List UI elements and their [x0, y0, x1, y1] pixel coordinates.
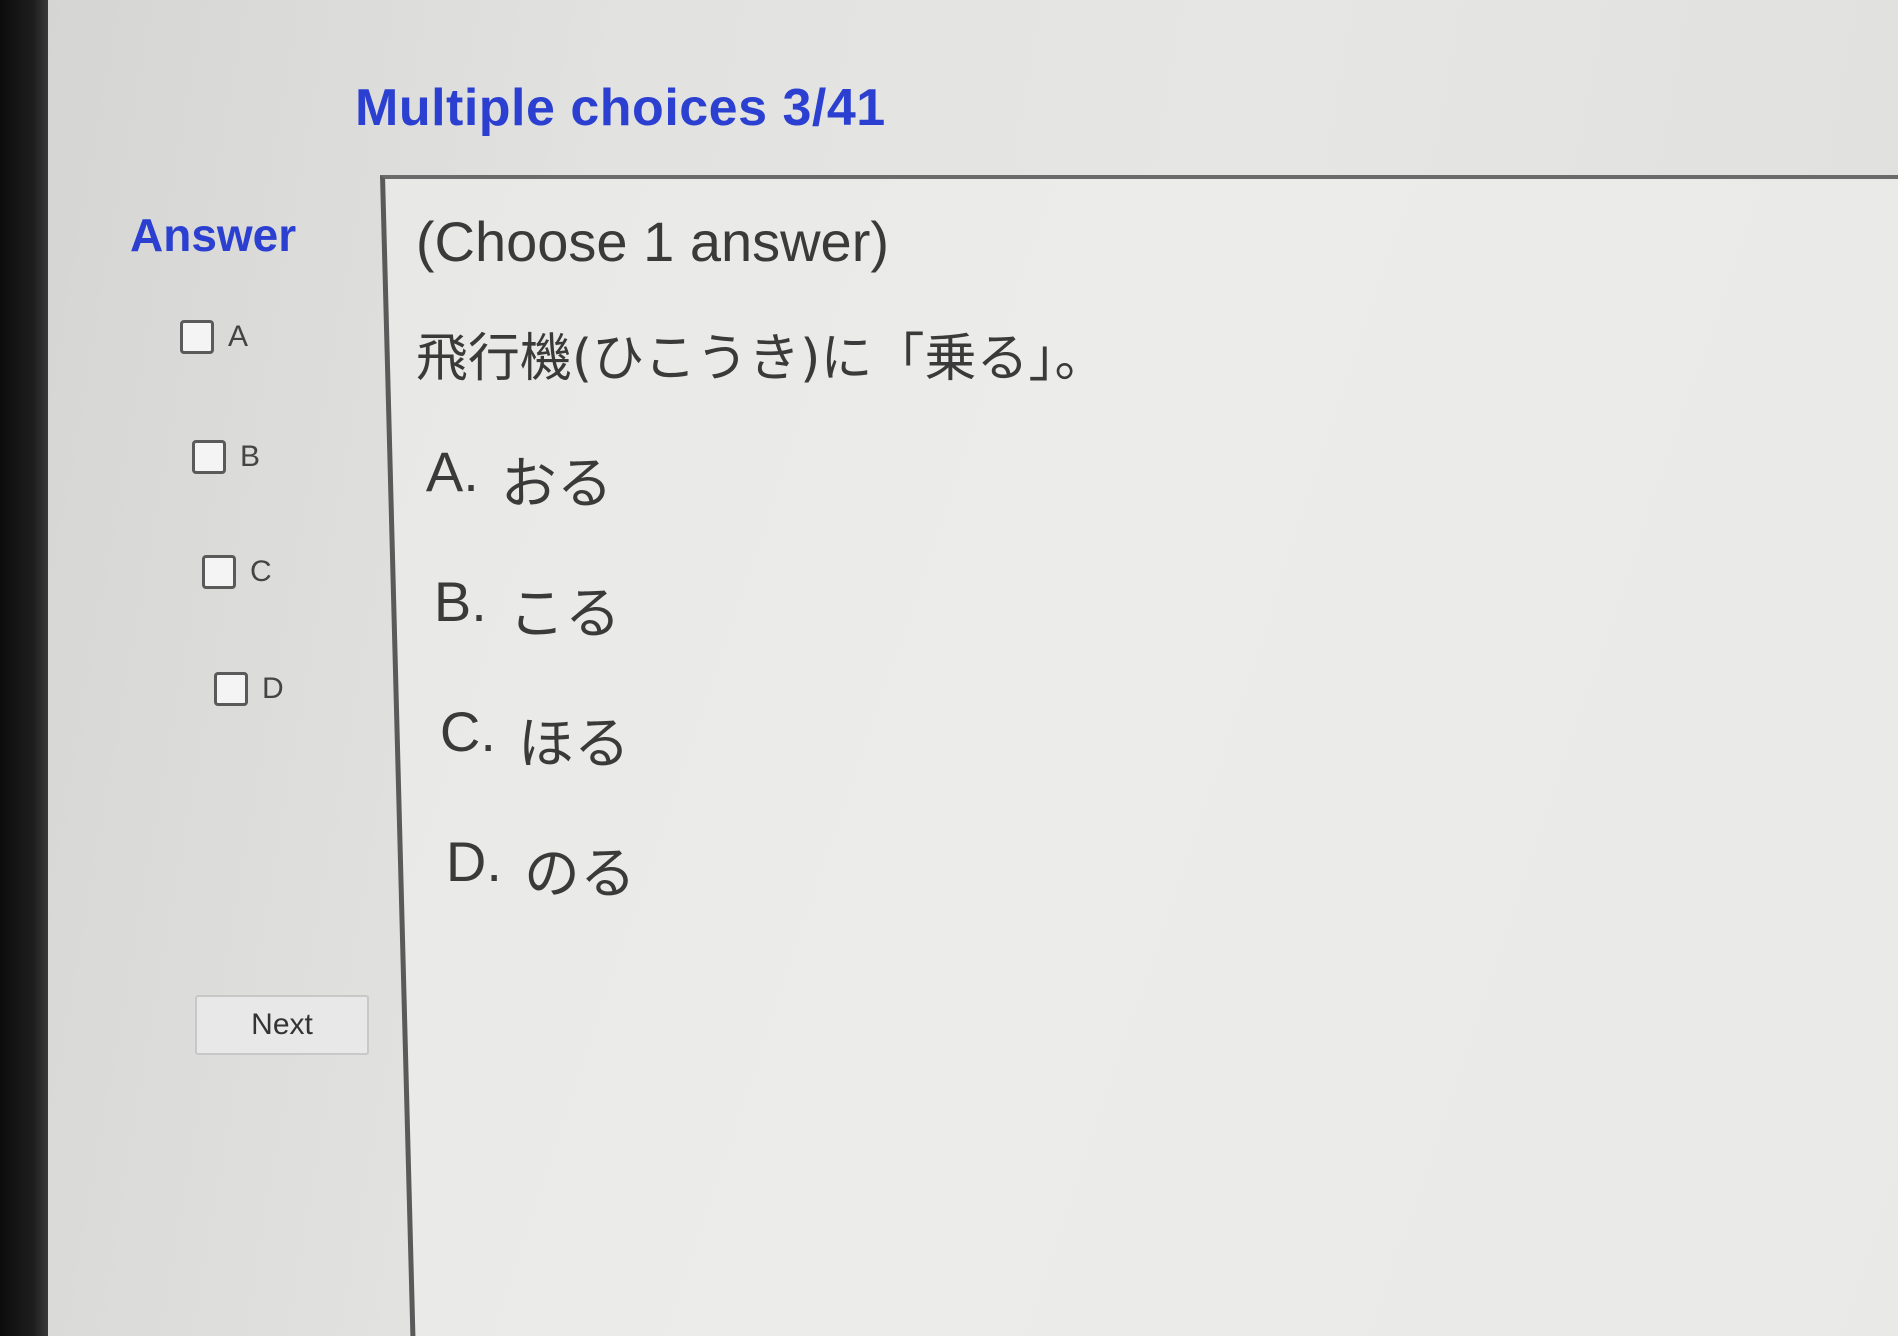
question-text: 飛行機(ひこうき)に「乗る」。	[415, 329, 1107, 389]
screen: Multiple choices 3/41 Answer A B C D Nex…	[0, 0, 1898, 1336]
question-content: (Choose 1 answer) 飛行機(ひこうき)に「乗る」。 A. おる …	[416, 209, 1107, 959]
answer-choice-d[interactable]: D	[214, 672, 284, 706]
option-a: A. おる	[426, 439, 1107, 569]
next-button[interactable]: Next	[195, 995, 369, 1055]
answer-choice-b[interactable]: B	[192, 440, 260, 474]
option-letter-a: A.	[425, 440, 479, 503]
answer-choice-c[interactable]: C	[202, 555, 272, 589]
option-b: B. こる	[434, 569, 1107, 699]
option-d: D. のる	[446, 829, 1107, 959]
option-text-a: おる	[500, 452, 613, 517]
checkbox-c[interactable]	[202, 555, 236, 589]
choice-letter-b: B	[240, 440, 261, 473]
checkbox-a[interactable]	[180, 320, 214, 354]
question-instruction: (Choose 1 answer)	[415, 210, 889, 273]
option-c: C. ほる	[440, 699, 1107, 829]
option-letter-d: D.	[445, 830, 502, 893]
monitor-bezel	[0, 0, 48, 1336]
option-text-d: のる	[523, 842, 636, 907]
option-text-b: こる	[508, 582, 621, 647]
option-text-c: ほる	[517, 712, 630, 777]
option-letter-b: B.	[433, 570, 487, 633]
answer-panel: Answer A B C D Next	[120, 200, 380, 1100]
choice-letter-d: D	[262, 672, 284, 705]
checkbox-b[interactable]	[192, 440, 226, 474]
answer-choice-a[interactable]: A	[180, 320, 248, 354]
page-title: Multiple choices 3/41	[355, 79, 886, 137]
choice-letter-a: A	[228, 320, 249, 353]
option-letter-c: C.	[439, 700, 496, 763]
question-box: (Choose 1 answer) 飛行機(ひこうき)に「乗る」。 A. おる …	[380, 175, 1898, 1336]
choice-letter-c: C	[250, 555, 272, 588]
answer-heading: Answer	[130, 209, 297, 261]
checkbox-d[interactable]	[214, 672, 248, 706]
